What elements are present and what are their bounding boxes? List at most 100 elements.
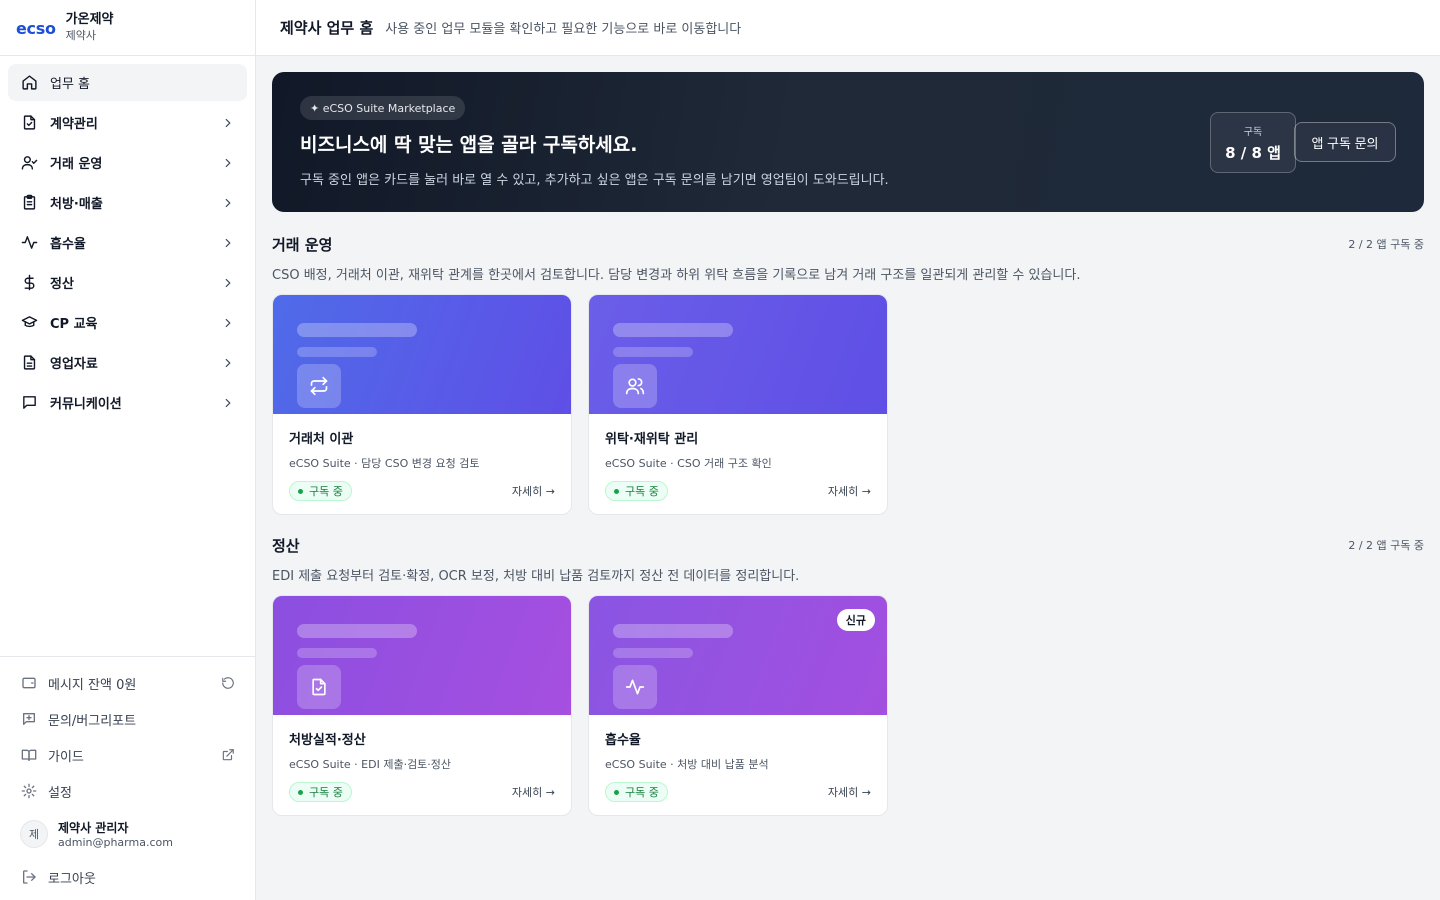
- card-banner: [273, 596, 571, 715]
- card-title: 흡수율: [605, 733, 641, 748]
- sidebar-item-label: 커뮤니케이션: [50, 397, 122, 412]
- chevron-right-icon: [225, 358, 231, 367]
- chevron-right-icon: [225, 238, 231, 247]
- sidebar-item-prescription[interactable]: 처방·매출: [8, 184, 247, 221]
- sidebar-item-sales-materials[interactable]: 영업자료: [8, 344, 247, 381]
- user-profile[interactable]: 제 제약사 관리자 admin@pharma.com: [8, 809, 247, 859]
- placeholder-bar: [613, 624, 733, 638]
- marketplace-pill: ✦ eCSO Suite Marketplace: [300, 96, 466, 120]
- section-settlement: 정산 2 / 2 앱 구독 중 EDI 제출 요청부터 검토·확정, OCR 보…: [272, 533, 1424, 816]
- wallet-icon: [20, 674, 38, 692]
- sidebar-item-label: 처방·매출: [50, 197, 103, 212]
- settings-link[interactable]: 설정: [8, 773, 247, 809]
- sidebar-item-label: 거래 운영: [50, 157, 103, 172]
- card-subtitle: eCSO Suite · EDI 제출·검토·정산: [289, 758, 452, 771]
- clipboard-icon: [20, 194, 38, 212]
- card-subtitle: eCSO Suite · 처방 대비 납품 분석: [605, 758, 769, 771]
- section-title: 거래 운영: [272, 235, 333, 254]
- section-subscription-count: 2 / 2 앱 구독 중: [1348, 238, 1424, 251]
- app-card-absorption-rate[interactable]: 신규 흡수율 eCSO Suite · 처방 대비 납품 분석 구독 중 자세히…: [588, 595, 888, 816]
- message-balance-label: 메시지 잔액 0원: [48, 677, 137, 693]
- placeholder-bar: [297, 648, 377, 658]
- placeholder-bar: [613, 648, 693, 658]
- status-badge: 구독 중: [605, 782, 668, 802]
- sidebar-item-cp-education[interactable]: CP 교육: [8, 304, 247, 341]
- bug-report-link[interactable]: 문의/버그리포트: [8, 701, 247, 737]
- page-header: 제약사 업무 홈 사용 중인 업무 모듈을 확인하고 필요한 기능으로 바로 이…: [256, 0, 1440, 56]
- chevron-right-icon: [225, 118, 231, 127]
- card-banner: 신규: [589, 596, 887, 715]
- status-label: 구독 중: [309, 485, 343, 498]
- subscription-inquiry-button[interactable]: 앱 구독 문의: [1294, 122, 1396, 162]
- sidebar-item-settlement[interactable]: 정산: [8, 264, 247, 301]
- chevron-right-icon: [225, 198, 231, 207]
- sidebar-item-home[interactable]: 업무 홈: [8, 64, 247, 101]
- sidebar-item-label: 흡수율: [50, 237, 86, 252]
- sidebar-item-absorption[interactable]: 흡수율: [8, 224, 247, 261]
- guide-link[interactable]: 가이드: [8, 737, 247, 773]
- status-badge: 구독 중: [289, 782, 352, 802]
- app-card-client-transfer[interactable]: 거래처 이관 eCSO Suite · 담당 CSO 변경 요청 검토 구독 중…: [272, 294, 572, 515]
- sidebar-item-label: 정산: [50, 277, 74, 292]
- status-label: 구독 중: [625, 786, 659, 799]
- section-description: EDI 제출 요청부터 검토·확정, OCR 보정, 처방 대비 납품 검토까지…: [272, 569, 800, 584]
- placeholder-bar: [613, 347, 693, 357]
- user-email: admin@pharma.com: [58, 836, 173, 849]
- settings-label: 설정: [48, 785, 72, 801]
- sidebar-item-label: CP 교육: [50, 317, 98, 332]
- app-card-prescription-settlement[interactable]: 처방실적·정산 eCSO Suite · EDI 제출·검토·정산 구독 중 자…: [272, 595, 572, 816]
- detail-link[interactable]: 자세히 →: [828, 784, 871, 800]
- brand-logo: ecso: [16, 19, 56, 38]
- page-subtitle: 사용 중인 업무 모듈을 확인하고 필요한 기능으로 바로 이동합니다: [385, 22, 742, 37]
- gear-icon: [20, 782, 38, 800]
- card-subtitle: eCSO Suite · CSO 거래 구조 확인: [605, 457, 772, 470]
- activity-icon: [20, 234, 38, 252]
- detail-link[interactable]: 자세히 →: [828, 483, 871, 499]
- app-card-consignment[interactable]: 위탁·재위탁 관리 eCSO Suite · CSO 거래 구조 확인 구독 중…: [588, 294, 888, 515]
- section-description: CSO 배정, 거래처 이관, 재위탁 관계를 한곳에서 검토합니다. 담당 변…: [272, 268, 1081, 283]
- status-badge: 구독 중: [289, 481, 352, 501]
- external-link-icon: [222, 749, 234, 761]
- activity-icon: [613, 665, 657, 709]
- chevron-right-icon: [225, 278, 231, 287]
- section-subscription-count: 2 / 2 앱 구독 중: [1348, 539, 1424, 552]
- file-text-icon: [20, 354, 38, 372]
- card-banner: [273, 295, 571, 414]
- chevron-right-icon: [225, 158, 231, 167]
- repeat-icon: [297, 364, 341, 408]
- user-name: 제약사 관리자: [58, 821, 129, 835]
- status-label: 구독 중: [309, 786, 343, 799]
- refresh-icon[interactable]: [221, 676, 235, 690]
- sidebar-item-trade[interactable]: 거래 운영: [8, 144, 247, 181]
- logout-label: 로그아웃: [48, 871, 96, 887]
- graduation-cap-icon: [20, 314, 38, 332]
- message-balance[interactable]: 메시지 잔액 0원: [8, 665, 247, 701]
- main-content: ✦ eCSO Suite Marketplace 비즈니스에 딱 맞는 앱을 골…: [256, 56, 1440, 900]
- sidebar-item-contracts[interactable]: 계약관리: [8, 104, 247, 141]
- bug-report-label: 문의/버그리포트: [48, 713, 137, 729]
- message-square-icon: [20, 394, 38, 412]
- home-icon: [20, 74, 38, 92]
- placeholder-bar: [297, 624, 417, 638]
- placeholder-bar: [613, 323, 733, 337]
- message-plus-icon: [20, 710, 38, 728]
- detail-link[interactable]: 자세히 →: [512, 784, 555, 800]
- chevron-right-icon: [225, 318, 231, 327]
- sidebar-item-label: 계약관리: [50, 117, 98, 132]
- placeholder-bar: [297, 323, 417, 337]
- section-trade-operations: 거래 운영 2 / 2 앱 구독 중 CSO 배정, 거래처 이관, 재위탁 관…: [272, 232, 1424, 515]
- chevron-right-icon: [225, 398, 231, 407]
- detail-link[interactable]: 자세히 →: [512, 483, 555, 499]
- book-icon: [20, 746, 38, 764]
- status-label: 구독 중: [625, 485, 659, 498]
- card-title: 거래처 이관: [289, 432, 354, 447]
- logout-icon: [20, 868, 38, 886]
- status-dot: [614, 789, 619, 795]
- brand[interactable]: ecso 가온제약 제약사: [0, 0, 255, 56]
- status-dot: [614, 488, 619, 494]
- new-badge: 신규: [836, 609, 875, 631]
- logout-button[interactable]: 로그아웃: [8, 859, 247, 895]
- sidebar-item-label: 업무 홈: [50, 77, 91, 92]
- sidebar-item-communication[interactable]: 커뮤니케이션: [8, 384, 247, 421]
- user-check-icon: [20, 154, 38, 172]
